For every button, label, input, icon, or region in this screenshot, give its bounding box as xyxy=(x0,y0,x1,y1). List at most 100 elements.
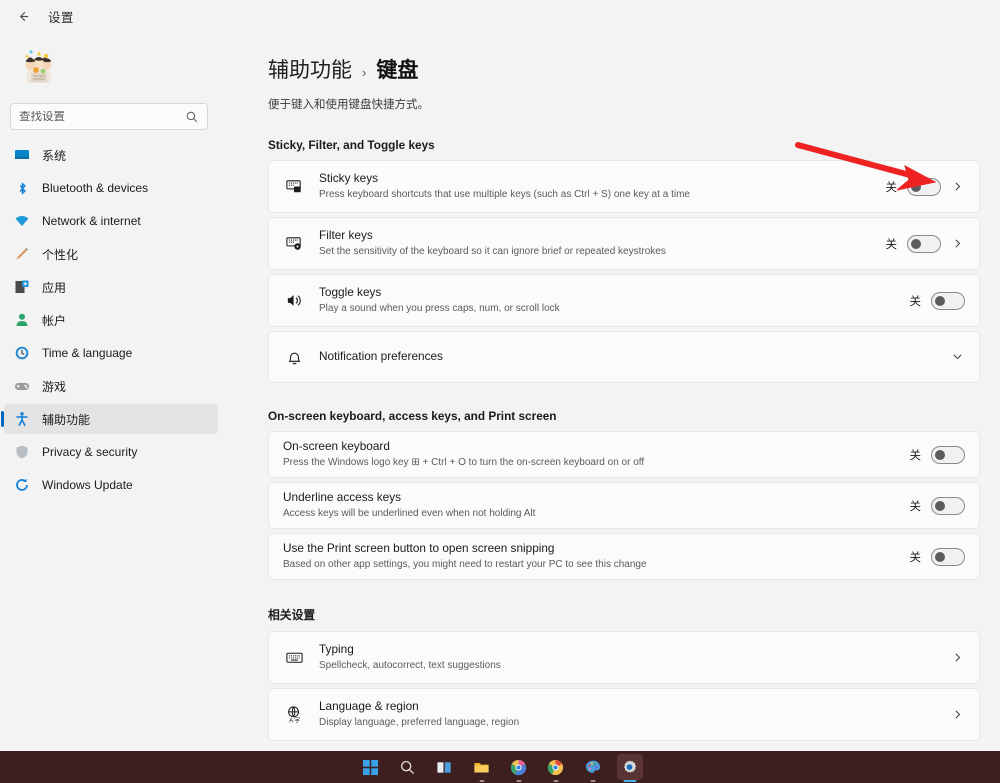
back-arrow-icon[interactable] xyxy=(12,5,34,27)
setting-row-filter-keys[interactable]: Filter keys Set the sensitivity of the k… xyxy=(268,217,980,270)
sidebar-item-privacy-security[interactable]: Privacy & security xyxy=(4,437,218,467)
sidebar-item-apps[interactable]: 应用 xyxy=(4,272,218,302)
sidebar-item-accessibility[interactable]: 辅助功能 xyxy=(4,404,218,434)
search-input[interactable] xyxy=(19,111,185,123)
row-text: Sticky keys Press keyboard shortcuts tha… xyxy=(319,171,886,202)
file-explorer-button[interactable] xyxy=(469,754,495,780)
row-description: Press the Windows logo key ⊞ + Ctrl + O … xyxy=(283,456,910,470)
typing-keyboard-icon xyxy=(283,647,305,669)
toggle-state-label: 关 xyxy=(886,179,898,195)
settings-button[interactable] xyxy=(617,754,643,780)
bell-icon xyxy=(283,346,305,368)
setting-row-on-screen-keyboard[interactable]: On-screen keyboard Press the Windows log… xyxy=(268,431,980,478)
sidebar-item-personalization[interactable]: 个性化 xyxy=(4,239,218,269)
sidebar-item-time-language[interactable]: Time & language xyxy=(4,338,218,368)
setting-row-sticky-keys[interactable]: Sticky keys Press keyboard shortcuts tha… xyxy=(268,160,980,213)
active-indicator xyxy=(623,780,636,782)
filter-keys-toggle[interactable] xyxy=(907,235,941,253)
sidebar-item-label: Privacy & security xyxy=(42,445,137,459)
filter-keys-icon xyxy=(283,233,305,255)
chevron-right-icon[interactable] xyxy=(951,180,965,194)
svg-text:字: 字 xyxy=(294,716,300,724)
running-indicator xyxy=(479,780,484,782)
sidebar-item-label: 系统 xyxy=(42,147,66,164)
page-title: 键盘 xyxy=(376,54,418,84)
search-icon xyxy=(185,110,199,124)
search-container[interactable] xyxy=(10,103,208,130)
sidebar-item-label: 辅助功能 xyxy=(42,411,90,428)
print-screen-snipping-toggle[interactable] xyxy=(931,548,965,566)
toggle-state-label: 关 xyxy=(910,498,922,514)
row-controls: 关 xyxy=(886,235,966,253)
sidebar-item-windows-update[interactable]: Windows Update xyxy=(4,470,218,500)
row-description: Based on other app settings, you might n… xyxy=(283,558,910,572)
chrome-button[interactable] xyxy=(543,754,569,780)
chevron-right-icon[interactable] xyxy=(951,651,965,665)
row-text: Typing Spellcheck, autocorrect, text sug… xyxy=(319,642,951,673)
row-text: Underline access keys Access keys will b… xyxy=(283,490,910,521)
breadcrumb-parent[interactable]: 辅助功能 xyxy=(268,54,352,84)
search-taskbar-button[interactable] xyxy=(395,754,421,780)
row-controls xyxy=(951,651,965,665)
sidebar-item-network-internet[interactable]: Network & internet xyxy=(4,206,218,236)
row-text: Use the Print screen button to open scre… xyxy=(283,541,910,572)
apps-icon xyxy=(14,279,30,295)
setting-row-toggle-keys[interactable]: Toggle keys Play a sound when you press … xyxy=(268,274,980,327)
toggle-keys-toggle[interactable] xyxy=(931,292,965,310)
row-title: Typing xyxy=(319,642,951,658)
setting-row-underline-access-keys[interactable]: Underline access keys Access keys will b… xyxy=(268,482,980,529)
row-title: On-screen keyboard xyxy=(283,439,910,455)
sidebar: 系统 Bluetooth & devices Network & interne… xyxy=(0,32,222,751)
time-language-icon xyxy=(14,345,30,361)
section-title-osk-access-print: On-screen keyboard, access keys, and Pri… xyxy=(268,409,1000,423)
avatar[interactable] xyxy=(16,46,62,92)
breadcrumb-separator: › xyxy=(362,65,366,80)
start-button[interactable] xyxy=(358,754,384,780)
task-view-button[interactable] xyxy=(432,754,458,780)
chevron-right-icon[interactable] xyxy=(951,708,965,722)
section-related-settings: Typing Spellcheck, autocorrect, text sug… xyxy=(268,631,980,741)
row-controls: 关 xyxy=(910,446,966,464)
page-header: 辅助功能 › 键盘 便于键入和使用键盘快捷方式。 xyxy=(222,32,1000,112)
sidebar-item-system[interactable]: 系统 xyxy=(4,140,218,170)
setting-row-print-screen-snipping[interactable]: Use the Print screen button to open scre… xyxy=(268,533,980,580)
row-description: Play a sound when you press caps, num, o… xyxy=(319,302,910,316)
accessibility-icon xyxy=(14,411,30,427)
row-controls xyxy=(951,708,965,722)
setting-row-language-region[interactable]: A 字 Language & region Display language, … xyxy=(268,688,980,741)
chevron-down-icon[interactable] xyxy=(951,350,965,364)
sidebar-item-label: Network & internet xyxy=(42,214,141,228)
running-indicator xyxy=(590,780,595,782)
running-indicator xyxy=(553,780,558,782)
sidebar-item-bluetooth-devices[interactable]: Bluetooth & devices xyxy=(4,173,218,203)
row-text: On-screen keyboard Press the Windows log… xyxy=(283,439,910,470)
window-title: 设置 xyxy=(48,7,74,26)
chevron-right-icon[interactable] xyxy=(951,237,965,251)
chrome-canary-button[interactable] xyxy=(506,754,532,780)
sidebar-nav: 系统 Bluetooth & devices Network & interne… xyxy=(4,140,218,503)
row-controls: 关 xyxy=(886,178,966,196)
row-title: Notification preferences xyxy=(319,349,951,365)
row-description: Access keys will be underlined even when… xyxy=(283,507,910,521)
row-description: Spellcheck, autocorrect, text suggestion… xyxy=(319,659,951,673)
setting-row-notification-preferences[interactable]: Notification preferences xyxy=(268,331,980,383)
title-bar: 设置 xyxy=(0,0,1000,32)
on-screen-keyboard-toggle[interactable] xyxy=(931,446,965,464)
settings-window: 设置 xyxy=(0,0,1000,783)
sidebar-item-accounts[interactable]: 帐户 xyxy=(4,305,218,335)
row-text: Language & region Display language, pref… xyxy=(319,699,951,730)
row-title: Underline access keys xyxy=(283,490,910,506)
row-controls: 关 xyxy=(910,497,966,515)
bluetooth-icon xyxy=(14,180,30,196)
paint-button[interactable] xyxy=(580,754,606,780)
section-osk-access-print: On-screen keyboard Press the Windows log… xyxy=(268,431,980,580)
toggle-state-label: 关 xyxy=(910,447,922,463)
setting-row-typing[interactable]: Typing Spellcheck, autocorrect, text sug… xyxy=(268,631,980,684)
row-description: Press keyboard shortcuts that use multip… xyxy=(319,188,886,202)
underline-access-keys-toggle[interactable] xyxy=(931,497,965,515)
sticky-keys-toggle[interactable] xyxy=(907,178,941,196)
sidebar-item-label: 帐户 xyxy=(42,312,66,329)
system-icon xyxy=(14,147,30,163)
sidebar-item-gaming[interactable]: 游戏 xyxy=(4,371,218,401)
row-title: Toggle keys xyxy=(319,285,910,301)
